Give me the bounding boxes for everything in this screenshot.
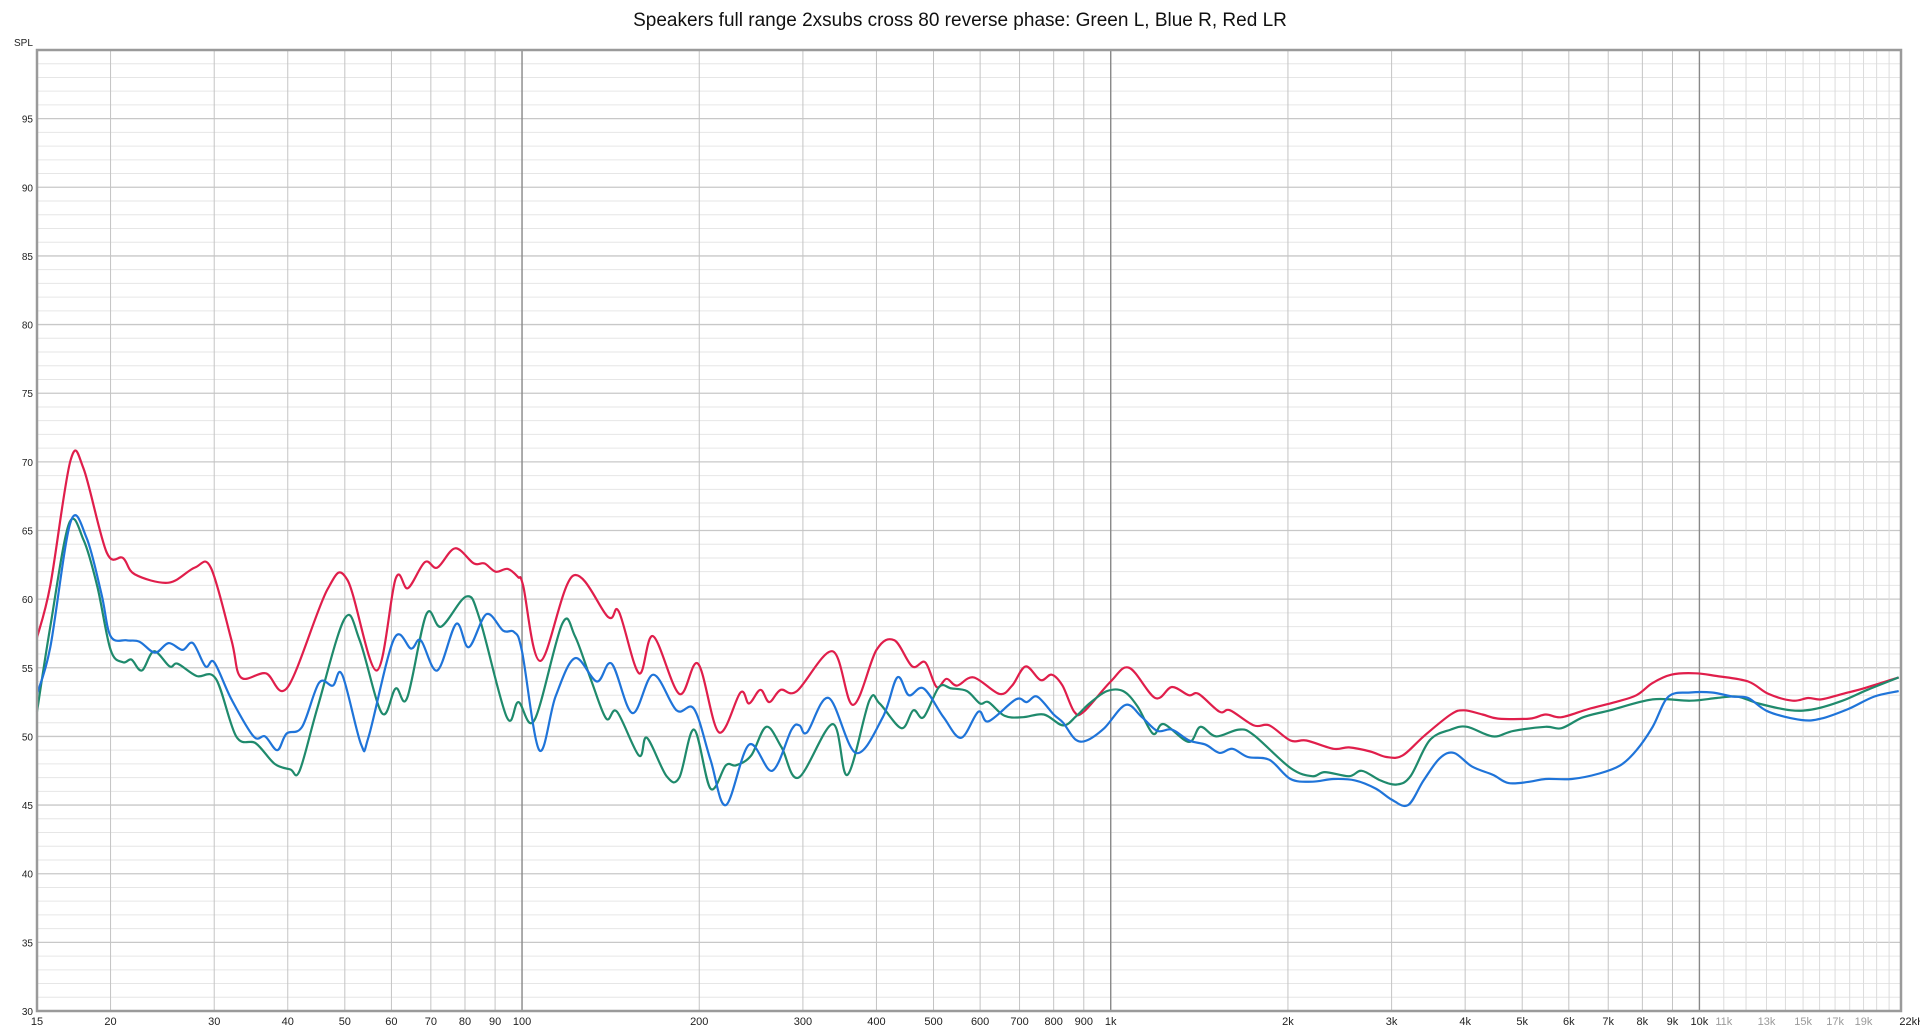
y-axis-label: SPL: [14, 38, 33, 49]
x-tick-label: 5k: [1516, 1016, 1528, 1028]
y-tick-label: 40: [22, 870, 34, 881]
y-tick-label: 85: [22, 252, 34, 263]
x-tick-label: 200: [690, 1016, 708, 1028]
y-tick-labels: 3035404550556065707580859095: [22, 115, 34, 1018]
y-tick-label: 95: [22, 115, 34, 126]
y-tick-label: 45: [22, 801, 34, 812]
x-tick-label: 300: [794, 1016, 812, 1028]
x-tick-label: 15k: [1794, 1016, 1812, 1028]
x-tick-label: 11k: [1715, 1016, 1732, 1028]
x-tick-label: 2k: [1282, 1016, 1294, 1028]
y-tick-label: 50: [22, 732, 34, 743]
x-tick-labels: 15 20 30 40 50 60 70 80 90 100 200 300 400 500 600 700 8…: [31, 1016, 1920, 1028]
y-tick-label: 70: [22, 458, 34, 469]
x-tick-label: 20: [104, 1016, 116, 1028]
x-tick-label: 1k: [1105, 1016, 1117, 1028]
y-tick-label: 65: [22, 527, 34, 538]
x-tick-label: 900: [1075, 1016, 1093, 1028]
x-tick-label: 19k: [1855, 1016, 1873, 1028]
x-tick-label: 10k: [1691, 1016, 1709, 1028]
x-tick-label: 4k: [1459, 1016, 1471, 1028]
x-tick-label: 22kHz: [1899, 1016, 1920, 1028]
x-tick-label: 60: [385, 1016, 397, 1028]
x-tick-label: 400: [867, 1016, 885, 1028]
x-tick-label: 9k: [1667, 1016, 1679, 1028]
x-tick-label: 700: [1010, 1016, 1028, 1028]
grid: [37, 50, 1901, 1011]
x-tick-label: 90: [489, 1016, 501, 1028]
x-tick-label: 8k: [1637, 1016, 1649, 1028]
y-tick-label: 80: [22, 321, 34, 332]
x-tick-label: 600: [971, 1016, 989, 1028]
series-line-r: [35, 514, 1899, 808]
frequency-response-chart: Speakers full range 2xsubs cross 80 reve…: [14, 10, 1920, 1028]
x-tick-label: 6k: [1563, 1016, 1575, 1028]
x-tick-label: 500: [924, 1016, 942, 1028]
y-tick-label: 35: [22, 938, 34, 949]
chart-title: Speakers full range 2xsubs cross 80 reve…: [633, 10, 1287, 31]
x-tick-label: 30: [208, 1016, 220, 1028]
y-tick-label: 75: [22, 389, 34, 400]
y-tick-label: 60: [22, 595, 34, 606]
y-tick-label: 90: [22, 183, 34, 194]
series-lines: [35, 449, 1900, 808]
x-tick-label: 15: [31, 1016, 43, 1028]
x-tick-label: 17k: [1826, 1016, 1844, 1028]
x-tick-label: 7k: [1602, 1016, 1614, 1028]
x-tick-label: 13k: [1758, 1016, 1776, 1028]
x-tick-label: 100: [513, 1016, 531, 1028]
x-tick-label: 80: [459, 1016, 471, 1028]
x-tick-label: 800: [1044, 1016, 1062, 1028]
x-tick-label: 3k: [1386, 1016, 1398, 1028]
x-tick-label: 70: [425, 1016, 437, 1028]
x-tick-label: 50: [339, 1016, 351, 1028]
x-tick-label: 40: [282, 1016, 294, 1028]
y-tick-label: 55: [22, 664, 34, 675]
